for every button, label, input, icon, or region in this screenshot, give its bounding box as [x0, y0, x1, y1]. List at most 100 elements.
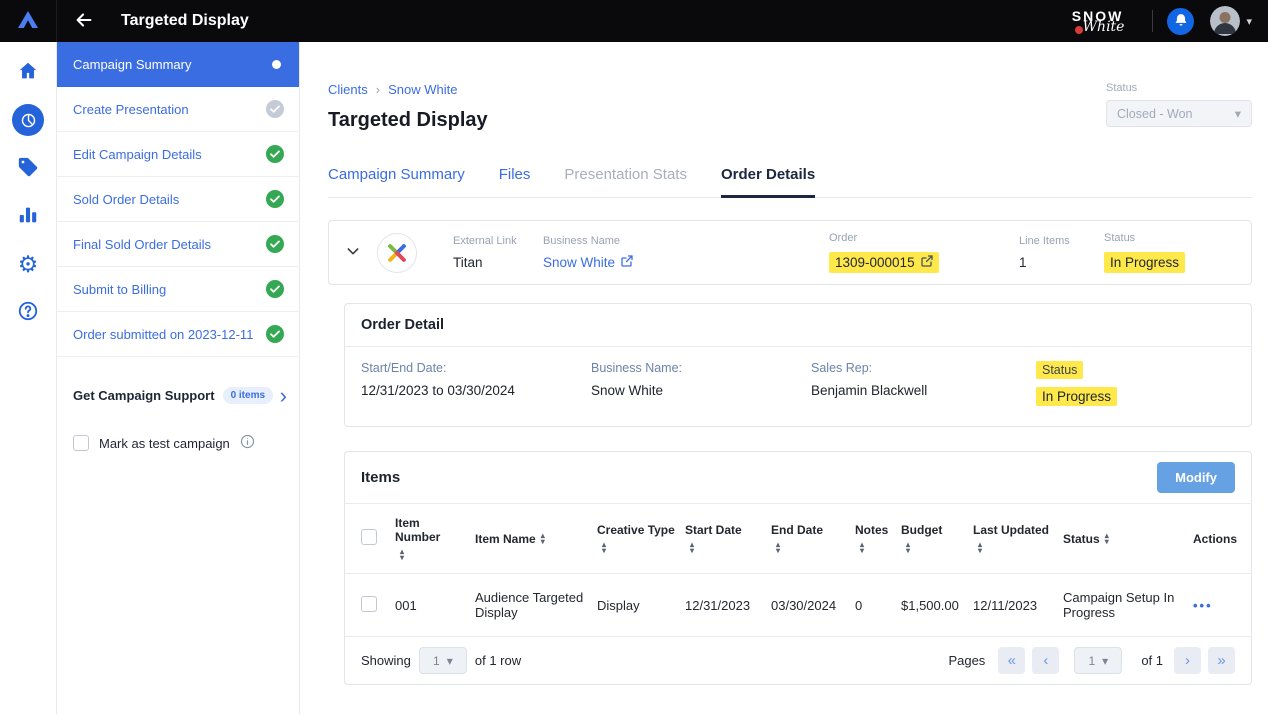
business-name-value: Snow White [591, 383, 811, 398]
support-label: Get Campaign Support [73, 388, 215, 403]
double-chevron-right-icon: » [1217, 652, 1225, 669]
test-campaign-checkbox[interactable] [73, 435, 89, 451]
chevron-down-icon: ▾ [1235, 106, 1241, 121]
col-header-status[interactable]: Status [1059, 504, 1189, 574]
tab-order-details[interactable]: Order Details [721, 166, 815, 198]
check-circle-green-icon [265, 144, 285, 164]
collapse-order-button[interactable] [345, 243, 369, 262]
campaigns-nav-button[interactable] [12, 104, 44, 136]
campaign-status-dropdown[interactable]: Closed - Won ▾ [1106, 100, 1252, 127]
page-size-dropdown[interactable]: 1 ▾ [419, 647, 467, 674]
order-number-link[interactable]: 1309-000015 [829, 252, 939, 273]
row-actions-menu-button[interactable]: ••• [1193, 598, 1213, 613]
items-table: Item Number Item Name Creative Type Star… [345, 504, 1251, 636]
check-circle-green-icon [265, 234, 285, 254]
page-number-value: 1 [1088, 654, 1095, 668]
support-items-badge: 0 items [223, 387, 273, 404]
col-header-notes[interactable]: Notes [851, 504, 897, 574]
sort-icon [906, 542, 910, 554]
line-items-label: Line Items [1019, 235, 1104, 247]
external-link-value: Titan [453, 255, 543, 270]
col-header-creative-type[interactable]: Creative Type [593, 504, 681, 574]
status-filter-label: Status [1106, 82, 1252, 94]
last-updated-cell: 12/11/2023 [969, 574, 1059, 637]
app-logo[interactable] [0, 0, 57, 42]
last-page-button[interactable]: » [1208, 647, 1235, 674]
tab-presentation-stats[interactable]: Presentation Stats [564, 166, 687, 198]
test-campaign-label: Mark as test campaign [99, 436, 230, 451]
sort-icon [690, 542, 694, 554]
external-link-icon [921, 255, 933, 270]
step-label: Create Presentation [73, 102, 189, 117]
col-header-start-date[interactable]: Start Date [681, 504, 767, 574]
next-page-button[interactable]: › [1174, 647, 1201, 674]
previous-page-button[interactable]: ‹ [1032, 647, 1059, 674]
table-header-row: Item Number Item Name Creative Type Star… [345, 504, 1251, 574]
sort-icon [400, 549, 404, 561]
pages-label: Pages [948, 653, 985, 668]
home-icon [17, 60, 39, 85]
order-status-badge: In Progress [1104, 252, 1185, 273]
get-campaign-support-link[interactable]: Get Campaign Support 0 items › [57, 387, 299, 404]
modify-button[interactable]: Modify [1157, 462, 1235, 493]
col-header-item-number[interactable]: Item Number [391, 504, 471, 574]
col-header-budget[interactable]: Budget [897, 504, 969, 574]
select-row-checkbox[interactable] [361, 596, 377, 612]
select-all-checkbox[interactable] [361, 529, 377, 545]
sidebar-step-campaign-summary[interactable]: Campaign Summary [57, 42, 299, 87]
sort-icon [776, 542, 780, 554]
step-label: Order submitted on 2023-12-11 [73, 327, 253, 342]
check-circle-green-icon [265, 279, 285, 299]
home-nav-button[interactable] [12, 56, 44, 88]
titan-x-logo [377, 233, 417, 273]
status-dropdown-value: Closed - Won [1117, 107, 1193, 121]
items-title: Items [361, 469, 400, 486]
first-page-button[interactable]: « [998, 647, 1025, 674]
icon-rail: ⚙ [0, 42, 57, 714]
col-header-end-date[interactable]: End Date [767, 504, 851, 574]
tab-campaign-summary[interactable]: Campaign Summary [328, 166, 465, 198]
select-all-cell [345, 504, 391, 574]
notifications-button[interactable] [1167, 8, 1194, 35]
page-size-value: 1 [433, 654, 440, 668]
col-header-last-updated[interactable]: Last Updated [969, 504, 1059, 574]
sidebar-step-sold-order-details[interactable]: Sold Order Details [57, 177, 299, 222]
start-date-cell: 12/31/2023 [681, 574, 767, 637]
breadcrumb-clients-link[interactable]: Clients [328, 82, 368, 97]
info-icon[interactable] [240, 434, 255, 452]
sidebar-step-edit-campaign-details[interactable]: Edit Campaign Details [57, 132, 299, 177]
item-number-cell: 001 [391, 574, 471, 637]
page-title: Targeted Display [328, 109, 488, 132]
sidebar-step-create-presentation[interactable]: Create Presentation [57, 87, 299, 132]
back-button[interactable] [73, 9, 95, 34]
brand-text-bottom: White [1083, 20, 1125, 34]
check-circle-gray-icon [265, 99, 285, 119]
sidebar-step-final-sold-order-details[interactable]: Final Sold Order Details [57, 222, 299, 267]
user-avatar[interactable] [1210, 6, 1240, 36]
page-count-text: of 1 [1141, 653, 1163, 668]
external-link-label: External Link [453, 235, 543, 247]
chevron-down-icon: ▾ [447, 654, 453, 668]
help-nav-button[interactable] [12, 296, 44, 328]
order-detail-card: Order Detail Start/End Date: 12/31/2023 … [344, 303, 1252, 427]
sidebar-step-submit-to-billing[interactable]: Submit to Billing [57, 267, 299, 312]
rows-count-text: of 1 row [475, 653, 521, 668]
detail-status-value: In Progress [1036, 387, 1117, 406]
reports-nav-button[interactable] [12, 200, 44, 232]
tab-files[interactable]: Files [499, 166, 531, 198]
user-menu-chevron-icon[interactable]: ▾ [1246, 15, 1252, 28]
chevron-right-icon: › [280, 389, 287, 403]
campaign-steps-sidebar: Campaign Summary Create Presentation Edi… [57, 42, 300, 714]
tags-nav-button[interactable] [12, 152, 44, 184]
business-name-link[interactable]: Snow White [543, 255, 829, 270]
settings-nav-button[interactable]: ⚙ [12, 248, 44, 280]
sidebar-step-order-submitted[interactable]: Order submitted on 2023-12-11 [57, 312, 299, 357]
question-circle-icon [17, 300, 39, 325]
double-chevron-left-icon: « [1008, 652, 1016, 669]
breadcrumb-client-name-link[interactable]: Snow White [388, 82, 457, 97]
col-header-item-name[interactable]: Item Name [471, 504, 593, 574]
item-name-cell: Audience Targeted Display [471, 574, 593, 637]
app-logo-icon [15, 7, 41, 36]
page-number-dropdown[interactable]: 1 ▾ [1074, 647, 1122, 674]
row-select-cell [345, 574, 391, 637]
